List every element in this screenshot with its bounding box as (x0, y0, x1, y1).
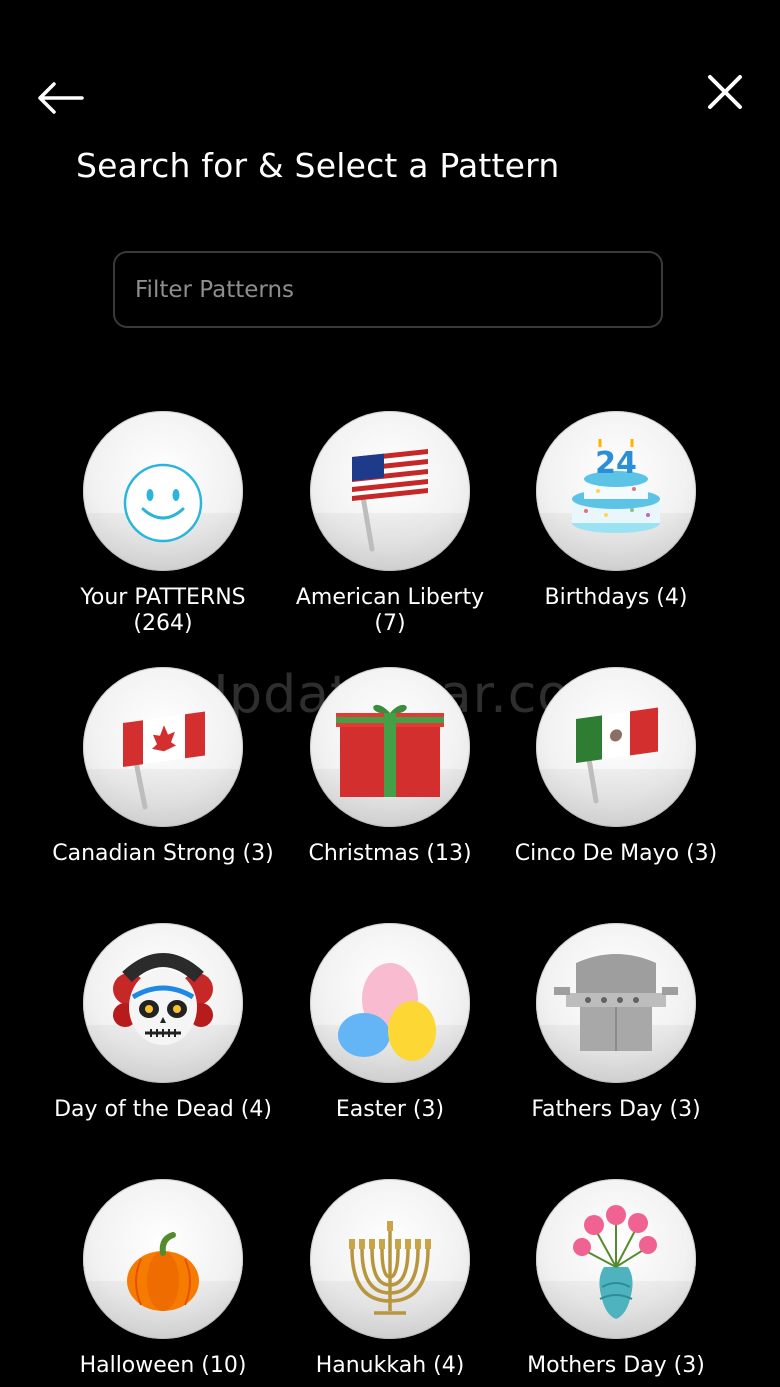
filter-patterns-field[interactable] (113, 251, 663, 328)
american-flag-icon (352, 449, 428, 552)
close-button[interactable] (695, 62, 755, 122)
pattern-label: Mothers Day (3) (527, 1353, 705, 1378)
pattern-label: Your PATTERNS (264) (80, 585, 246, 636)
grill-icon (554, 954, 678, 1051)
close-icon (708, 75, 742, 109)
pattern-label: Easter (3) (335, 1097, 445, 1122)
canadian-flag-icon (123, 711, 205, 810)
svg-text:24: 24 (595, 446, 637, 481)
pattern-thumbnail (536, 667, 696, 827)
pattern-thumbnail (83, 1179, 243, 1339)
mexican-flag-icon (576, 707, 658, 804)
pattern-label: Birthdays (4) (544, 585, 688, 610)
pattern-label: Cinco De Mayo (3) (514, 841, 718, 866)
menorah-icon (349, 1221, 431, 1315)
pattern-label: Hanukkah (4) (315, 1353, 465, 1378)
flower-vase-icon (573, 1205, 657, 1319)
pattern-label: Halloween (10) (79, 1353, 247, 1378)
pattern-thumbnail (536, 1179, 696, 1339)
pattern-label: Canadian Strong (3) (52, 841, 274, 866)
birthday-cake-icon: 24 (572, 439, 660, 533)
pattern-thumbnail: 24 (536, 411, 696, 571)
gift-box-icon (336, 704, 444, 797)
easter-eggs-icon (338, 963, 436, 1061)
pattern-thumbnail (83, 667, 243, 827)
pattern-thumbnail (83, 411, 243, 571)
smiley-face-icon (123, 463, 203, 543)
page-title: Search for & Select a Pattern (76, 146, 560, 185)
pattern-label: Day of the Dead (4) (54, 1097, 272, 1122)
sugar-skull-icon (113, 953, 213, 1045)
pattern-thumbnail (536, 923, 696, 1083)
pattern-label: Christmas (13) (308, 841, 472, 866)
arrow-left-icon (38, 82, 84, 114)
pattern-label: American Liberty (7) (295, 585, 485, 636)
back-button[interactable] (30, 68, 90, 128)
pattern-thumbnail (83, 923, 243, 1083)
pattern-thumbnail (310, 411, 470, 571)
filter-patterns-input[interactable] (115, 253, 661, 326)
pattern-label: Fathers Day (3) (531, 1097, 701, 1122)
pattern-thumbnail (310, 923, 470, 1083)
pattern-thumbnail (310, 667, 470, 827)
pumpkin-icon (127, 1232, 199, 1311)
pattern-thumbnail (310, 1179, 470, 1339)
